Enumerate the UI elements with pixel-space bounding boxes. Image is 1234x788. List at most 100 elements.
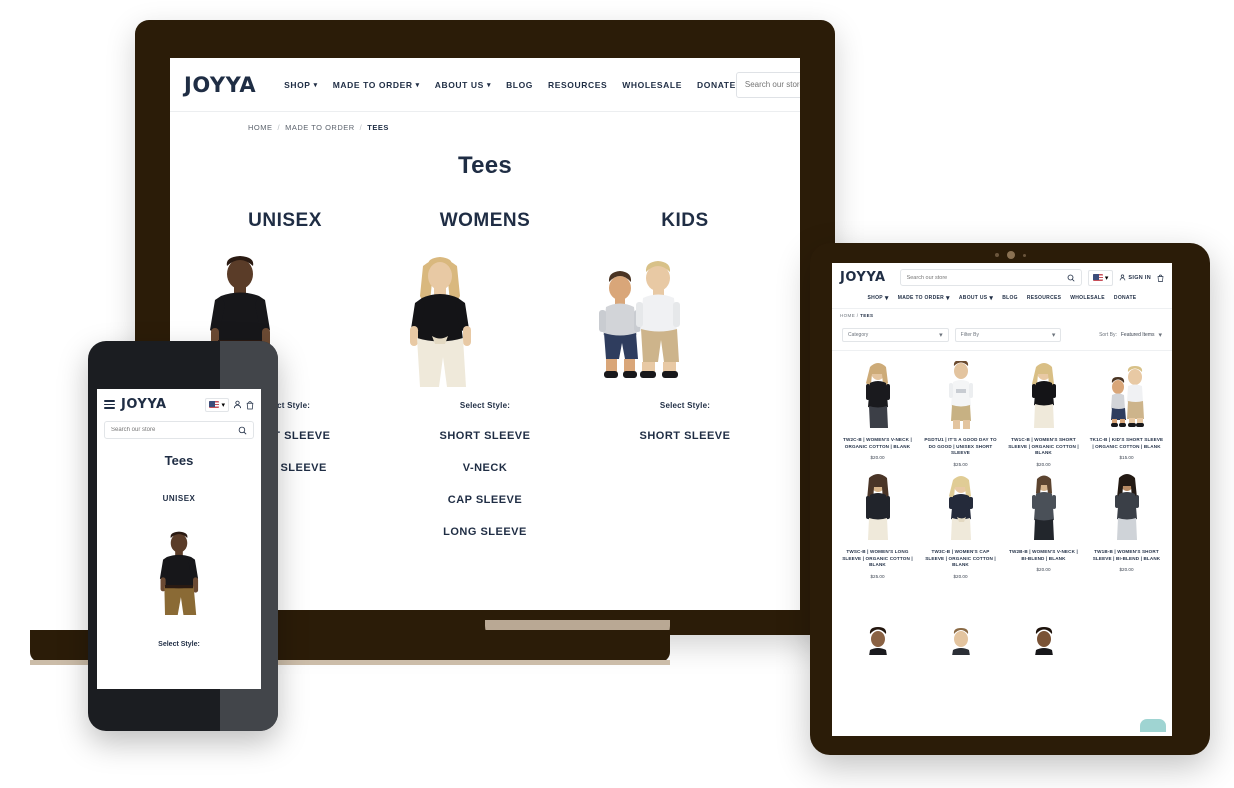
locale-selector[interactable]: ▾	[205, 397, 229, 412]
product-card[interactable]	[838, 583, 917, 655]
tablet-header-top: JOYYA ▾ SIGN	[840, 269, 1164, 286]
style-link-cap-sleeve[interactable]: CAP SLEEVE	[385, 494, 585, 506]
cart-icon[interactable]	[1157, 274, 1164, 282]
breadcrumb-home[interactable]: HOME	[248, 123, 273, 132]
style-link-long-sleeve[interactable]: LONG SLEEVE	[385, 526, 585, 538]
product-name: PGDTU1 | IT'S A GOOD DAY TO DO GOOD | UN…	[924, 437, 997, 456]
category-column-womens: WOMENS Select Style: SHORT SLEEVE V-NECK…	[385, 210, 585, 538]
product-card[interactable]: TWSC-B | WOMEN'S LONG SLEEVE | ORGANIC C…	[838, 471, 917, 579]
product-price: $25.00	[870, 573, 885, 579]
product-price: $20.00	[870, 455, 885, 461]
phone-header: JOYYA ▾	[97, 389, 261, 412]
nav-item-resources[interactable]: RESOURCES	[1027, 294, 1061, 302]
nav-item-donate[interactable]: DONATE	[1114, 294, 1137, 302]
nav-item-wholesale[interactable]: WHOLESALE	[1070, 294, 1105, 302]
product-card[interactable]	[1087, 583, 1166, 655]
sign-in-label: SIGN IN	[1128, 274, 1151, 281]
product-card[interactable]: TK1C-B | KID'S SHORT SLEEVE | ORGANIC CO…	[1087, 359, 1166, 467]
brand-logo[interactable]: JOYYA	[121, 397, 167, 412]
category-dropdown-label: Category	[848, 332, 869, 338]
category-dropdown[interactable]: Category ▾	[842, 328, 949, 342]
category-column-kids: KIDS Select Style: SHORT SLEEVE	[585, 210, 785, 538]
product-thumbnail	[921, 359, 1000, 431]
nav-item-shop[interactable]: SHOP ▾	[868, 294, 889, 302]
product-card[interactable]: TW3C-B | WOMEN'S CAP SLEEVE | ORGANIC CO…	[921, 471, 1000, 579]
search-icon[interactable]	[1067, 274, 1075, 282]
product-price: $20.00	[1036, 567, 1051, 573]
tablet-frame: JOYYA ▾ SIGN	[810, 243, 1210, 755]
product-name: TW1C-B | WOMEN'S SHORT SLEEVE | ORGANIC …	[1008, 437, 1079, 456]
user-icon[interactable]	[233, 400, 242, 409]
sign-in-button[interactable]: SIGN IN	[1119, 274, 1151, 281]
chevron-down-icon: ▾	[1051, 332, 1056, 339]
page-title: Tees	[457, 152, 513, 179]
brand-logo[interactable]: JOYYA	[840, 270, 886, 285]
product-card[interactable]: TW2C-B | WOMEN'S V-NECK | ORGANIC COTTON…	[838, 359, 917, 467]
category-title: WOMENS	[439, 210, 531, 231]
product-name: TW2B-B | WOMEN'S V-NECK | BI-BLEND | BLA…	[1009, 548, 1078, 561]
product-card[interactable]: TW1B-B | WOMEN'S SHORT SLEEVE | BI-BLEND…	[1087, 471, 1166, 579]
nav-item-about-us[interactable]: ABOUT US ▾	[435, 80, 491, 90]
search-box[interactable]	[899, 269, 1082, 286]
search-icon[interactable]	[238, 426, 247, 435]
product-name: TW3C-B | WOMEN'S CAP SLEEVE | ORGANIC CO…	[925, 548, 996, 568]
product-thumbnail	[921, 471, 1000, 543]
breadcrumb: HOME / MADE TO ORDER / TEES	[170, 112, 800, 132]
chevron-down-icon: ▾	[313, 81, 318, 89]
filter-by-dropdown[interactable]: Filter By ▾	[954, 328, 1062, 342]
breadcrumb-current: TEES	[860, 313, 874, 318]
chevron-down-icon: ▾	[989, 295, 994, 302]
nav-item-made-to-order[interactable]: MADE TO ORDER ▾	[898, 294, 950, 302]
search-box[interactable]	[104, 421, 254, 439]
nav-item-about-us[interactable]: ABOUT US ▾	[959, 294, 993, 302]
product-card[interactable]	[921, 583, 1000, 655]
category-title: UNISEX	[248, 210, 322, 231]
filter-by-dropdown-label: Filter By	[960, 332, 980, 338]
chevron-down-icon: ▾	[221, 401, 225, 409]
cart-icon[interactable]	[246, 400, 254, 410]
product-price: $25.00	[953, 461, 968, 467]
product-card[interactable]: PGDTU1 | IT'S A GOOD DAY TO DO GOOD | UN…	[921, 359, 1000, 467]
nav-item-donate[interactable]: DONATE	[697, 80, 736, 90]
product-thumbnail	[838, 359, 917, 431]
nav-item-shop[interactable]: SHOP ▾	[284, 80, 318, 90]
nav-item-blog[interactable]: BLOG	[506, 80, 533, 90]
product-thumbnail	[1004, 471, 1083, 543]
product-card[interactable]	[1004, 583, 1083, 655]
product-thumbnail	[1087, 583, 1166, 655]
search-input[interactable]	[906, 274, 1067, 281]
search-box[interactable]	[735, 71, 800, 98]
phone-frame: JOYYA ▾ Search our store Tees UNISEX Sel…	[88, 341, 278, 731]
sensor-dot-icon	[1022, 253, 1026, 257]
product-card[interactable]: TW2B-B | WOMEN'S V-NECK | BI-BLEND | BLA…	[1004, 471, 1083, 579]
product-card[interactable]: TW1C-B | WOMEN'S SHORT SLEEVE | ORGANIC …	[1004, 359, 1083, 467]
tablet-screen: JOYYA ▾ SIGN	[832, 263, 1172, 736]
search-input[interactable]	[744, 80, 800, 89]
desktop-main-nav: SHOP ▾ MADE TO ORDER ▾ ABOUT US ▾ BLOG RESO…	[284, 80, 736, 90]
phone-header-icons: ▾	[205, 397, 254, 412]
product-name: TK1C-B | KID'S SHORT SLEEVE | ORGANIC CO…	[1089, 437, 1164, 449]
sort-by-control[interactable]: Sort By: Featured Items ▾	[1067, 331, 1162, 339]
breadcrumb-home[interactable]: HOME	[840, 313, 855, 318]
brand-logo[interactable]: JOYYA	[184, 73, 256, 97]
locale-selector[interactable]: ▾	[1087, 269, 1114, 286]
style-link-short-sleeve[interactable]: SHORT SLEEVE	[585, 430, 785, 442]
camera-dot-icon	[994, 253, 999, 257]
breadcrumb-parent[interactable]: MADE TO ORDER	[285, 123, 355, 132]
style-link-short-sleeve[interactable]: SHORT SLEEVE	[385, 430, 585, 442]
model-image-kids	[585, 252, 785, 387]
chat-widget-icon[interactable]	[1140, 719, 1166, 732]
search-input[interactable]	[111, 427, 238, 433]
nav-item-blog[interactable]: BLOG	[1002, 294, 1018, 302]
style-link-v-neck[interactable]: V-NECK	[385, 462, 585, 474]
nav-item-wholesale[interactable]: WHOLESALE	[622, 80, 682, 90]
chevron-down-icon: ▾	[939, 332, 943, 339]
hamburger-menu-icon[interactable]	[104, 400, 115, 409]
nav-item-resources[interactable]: RESOURCES	[548, 80, 607, 90]
nav-item-made-to-order[interactable]: MADE TO ORDER ▾	[333, 80, 420, 90]
chevron-down-icon: ▾	[415, 81, 420, 89]
us-flag-icon	[209, 401, 220, 408]
select-style-label: Select Style:	[659, 401, 711, 410]
chevron-down-icon: ▾	[1104, 274, 1109, 282]
product-price: $20.00	[1119, 567, 1134, 573]
